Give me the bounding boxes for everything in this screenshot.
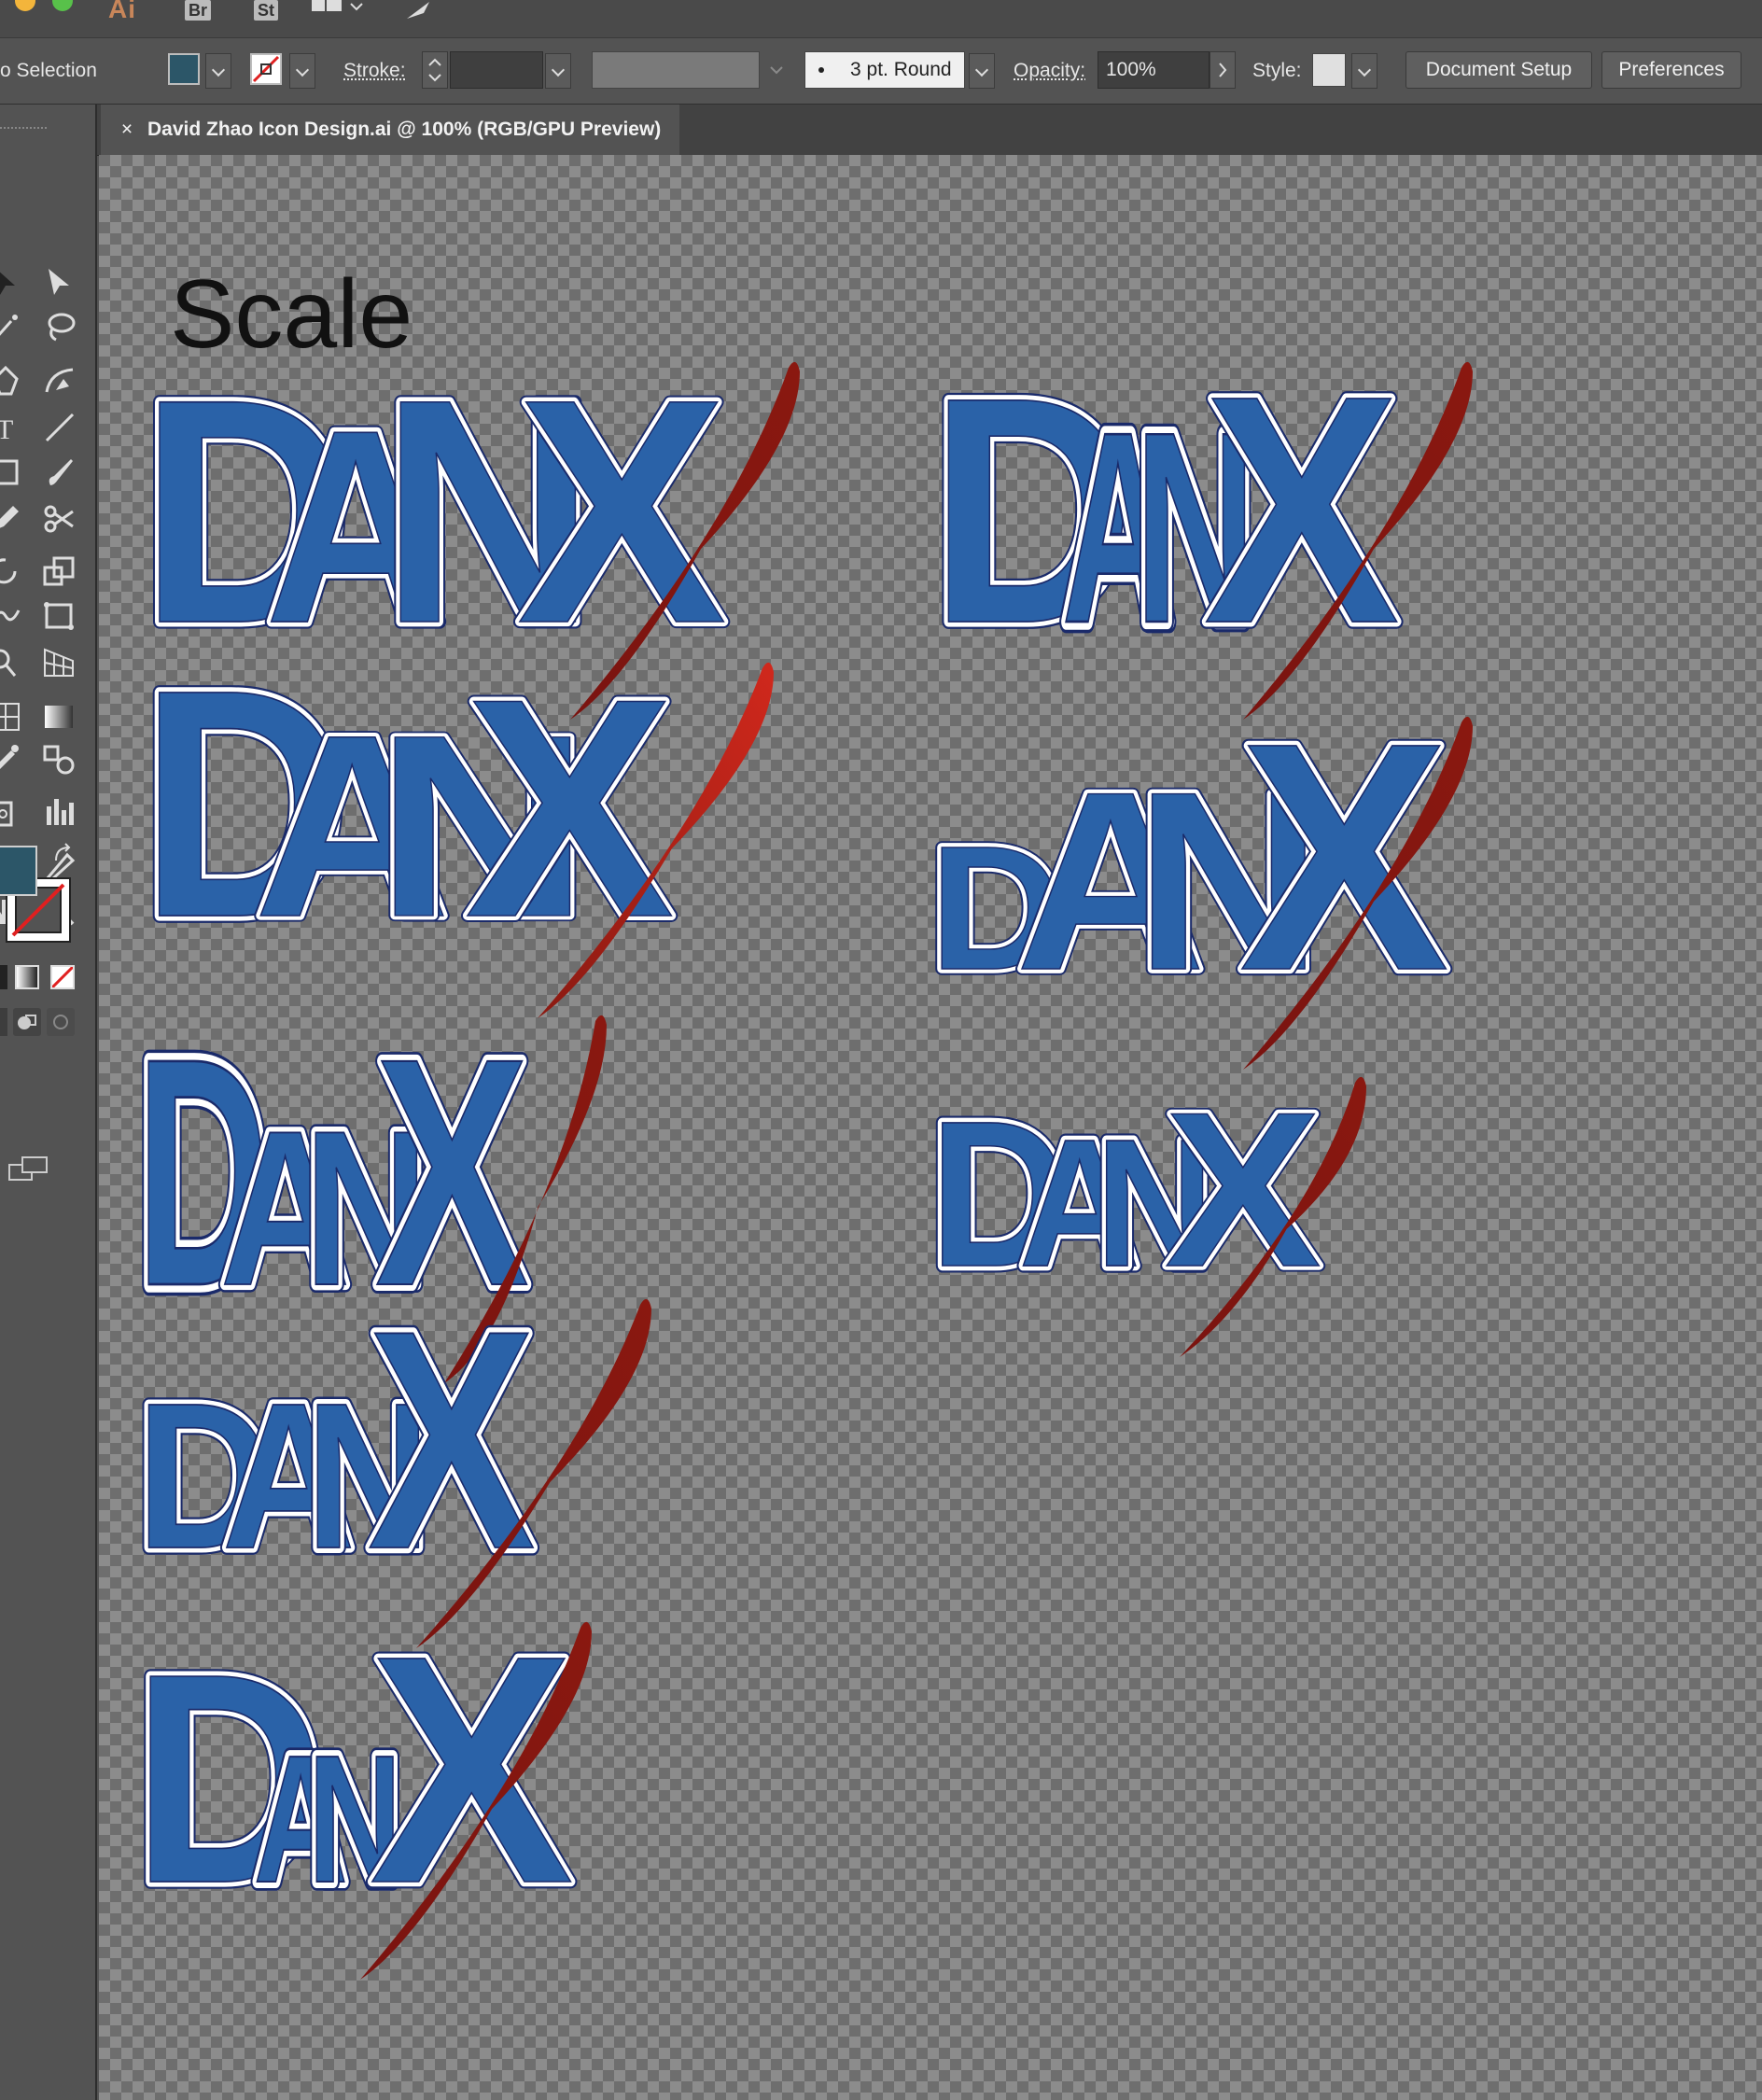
- type-tool-icon[interactable]: T: [0, 409, 24, 446]
- lasso-tool-icon[interactable]: [41, 308, 78, 345]
- workspace-switcher-icon[interactable]: [312, 0, 368, 21]
- stroke-weight-input[interactable]: [450, 51, 543, 89]
- rotate-tool-icon[interactable]: [0, 553, 24, 590]
- swap-fill-stroke-icon[interactable]: [50, 842, 78, 870]
- control-bar: o Selection Stroke: 3 pt. Round Opacity:…: [0, 38, 1762, 105]
- pen-tool-icon[interactable]: [0, 362, 24, 399]
- draw-inside-icon[interactable]: [47, 1008, 75, 1036]
- close-tab-icon[interactable]: ×: [116, 105, 138, 155]
- perspective-grid-tool-icon[interactable]: [41, 644, 78, 681]
- shape-builder-tool-icon[interactable]: [0, 644, 24, 681]
- mesh-tool-icon[interactable]: [0, 698, 24, 735]
- gradient-tool-icon[interactable]: [41, 698, 78, 735]
- stroke-weight-dropdown[interactable]: [545, 53, 571, 89]
- stroke-weight-stepper[interactable]: [422, 51, 448, 89]
- style-label: Style:: [1252, 60, 1302, 81]
- opacity-expand-icon[interactable]: [1210, 51, 1236, 89]
- graphic-style-swatch[interactable]: [1312, 53, 1346, 87]
- artwork: Scale DDDAAANNNXXXDDDAAANNNXXXDDDAAANNNX…: [126, 260, 1473, 1980]
- paintbrush-tool-icon[interactable]: [41, 454, 78, 491]
- variable-width-profile[interactable]: [592, 51, 760, 89]
- window-minimize-button[interactable]: [15, 0, 35, 11]
- document-setup-button[interactable]: Document Setup: [1405, 51, 1592, 89]
- window-zoom-button[interactable]: [52, 0, 73, 11]
- gradient-mode-icon[interactable]: [15, 965, 39, 989]
- bridge-button[interactable]: Br: [185, 0, 212, 21]
- logo-letter-x: X: [1239, 676, 1450, 1038]
- symbol-sprayer-tool-icon[interactable]: [0, 793, 24, 831]
- scale-tool-icon[interactable]: [41, 553, 78, 590]
- draw-behind-icon[interactable]: [13, 1008, 41, 1036]
- artboard-canvas[interactable]: Scale DDDAAANNNXXXDDDAAANNNXXXDDDAAANNNX…: [99, 155, 1762, 2100]
- logo-letter-x: X: [368, 1267, 537, 1614]
- rectangle-tool-icon[interactable]: [0, 454, 24, 491]
- tools-panel: T: [0, 105, 97, 2100]
- search-feather-icon[interactable]: [403, 0, 435, 21]
- svg-text:T: T: [0, 414, 13, 445]
- scissors-tool-icon[interactable]: [41, 500, 78, 538]
- brush-dot-icon: [818, 67, 824, 73]
- warp-tool-icon[interactable]: [0, 597, 24, 635]
- stroke-color-swatch[interactable]: [250, 53, 282, 85]
- eyedropper-tool-icon[interactable]: [0, 741, 24, 778]
- logo-letter-x: X: [465, 634, 676, 981]
- pencil-tool-icon[interactable]: [0, 500, 24, 538]
- column-graph-tool-icon[interactable]: [41, 793, 78, 831]
- stroke-dropdown[interactable]: [289, 53, 315, 89]
- none-mode-icon[interactable]: [50, 965, 75, 989]
- preferences-button[interactable]: Preferences: [1601, 51, 1741, 89]
- selection-status: o Selection: [0, 60, 97, 81]
- stroke-label[interactable]: Stroke:: [343, 38, 406, 104]
- graphic-style-dropdown[interactable]: [1351, 53, 1377, 89]
- stock-button[interactable]: St: [254, 0, 278, 21]
- document-tab-bar: × David Zhao Icon Design.ai @ 100% (RGB/…: [97, 105, 1762, 156]
- screen-mode-icon[interactable]: [7, 1155, 50, 1183]
- danx-logo-6[interactable]: DDDAAANNNXXX: [923, 322, 1473, 720]
- danx-logo-8[interactable]: DDDAAANNNXXX: [923, 1059, 1366, 1357]
- draw-normal-icon[interactable]: [0, 1008, 7, 1036]
- magic-wand-tool-icon[interactable]: [0, 308, 24, 345]
- logo-letter-x: X: [370, 1588, 575, 1951]
- curvature-tool-icon[interactable]: [41, 362, 78, 399]
- brush-definition-dropdown[interactable]: [969, 53, 995, 89]
- title-bar: Ai Br St: [0, 0, 1762, 38]
- free-transform-tool-icon[interactable]: [41, 597, 78, 635]
- document-tab[interactable]: × David Zhao Icon Design.ai @ 100% (RGB/…: [101, 105, 679, 155]
- document-tab-title: David Zhao Icon Design.ai @ 100% (RGB/GP…: [147, 119, 662, 140]
- danx-logo-7[interactable]: DDDAAANNNXXX: [923, 669, 1473, 1070]
- color-mode-icon[interactable]: [0, 965, 7, 989]
- line-segment-tool-icon[interactable]: [41, 409, 78, 446]
- logo-letter-x: X: [1165, 1066, 1321, 1313]
- logo-letter-x: X: [1204, 329, 1401, 691]
- blend-tool-icon[interactable]: [41, 741, 78, 778]
- direct-selection-tool-icon[interactable]: [41, 263, 78, 301]
- danx-logo-5[interactable]: DDDAAANNNXXX: [126, 1581, 592, 1980]
- brush-definition-label: 3 pt. Round: [850, 59, 952, 80]
- variable-width-dropdown-icon[interactable]: [763, 53, 790, 89]
- fill-color-swatch-large[interactable]: [0, 846, 37, 896]
- app-logo: Ai: [108, 0, 136, 23]
- panel-grip[interactable]: [0, 127, 47, 133]
- fill-color-swatch[interactable]: [168, 53, 200, 85]
- opacity-label[interactable]: Opacity:: [1014, 38, 1085, 104]
- fill-dropdown[interactable]: [205, 53, 231, 89]
- opacity-input[interactable]: 100%: [1098, 51, 1210, 89]
- brush-definition-field[interactable]: 3 pt. Round: [804, 51, 965, 89]
- selection-tool-icon[interactable]: [0, 263, 24, 301]
